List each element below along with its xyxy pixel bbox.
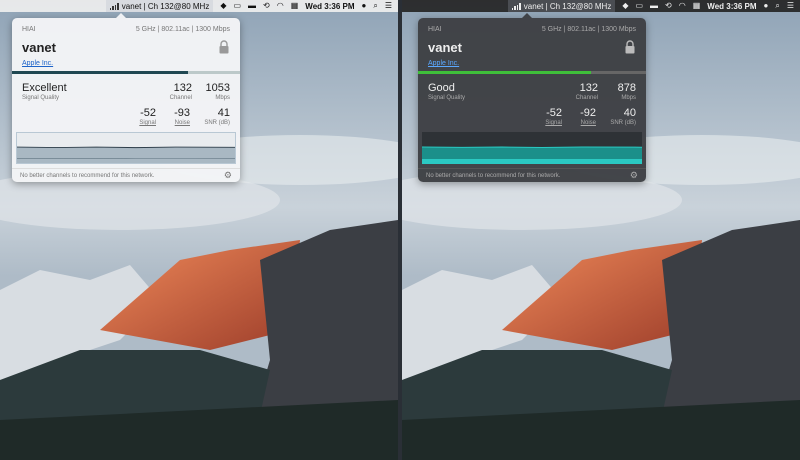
recommendation-text: No better channels to recommend for this…: [20, 172, 155, 179]
wifi-popover: HIAI 5 GHz | 802.11ac | 1300 Mbps vanet …: [418, 13, 646, 182]
signal-strength-fill: [12, 71, 188, 74]
gear-icon[interactable]: ⚙: [630, 170, 638, 181]
rate-value: 878: [617, 82, 636, 94]
battery-icon[interactable]: ▬: [650, 0, 658, 12]
rate-label: Mbps: [621, 95, 636, 101]
snr-value: 41: [217, 107, 230, 119]
airplay-icon[interactable]: ▭: [635, 0, 643, 12]
channel-label: Channel: [169, 95, 192, 101]
noise-stat: -92 Noise: [580, 107, 596, 126]
popover-header: HIAI 5 GHz | 802.11ac | 1300 Mbps: [428, 26, 636, 33]
airplay-icon[interactable]: ▭: [233, 0, 241, 12]
flag-icon[interactable]: ▦: [291, 0, 299, 12]
wifi-icon[interactable]: ◠: [679, 0, 686, 12]
menu-bar: vanet | Ch 132@80 MHz ◆ ▭ ▬ ⟲ ◠ ▦ Wed 3:…: [0, 0, 398, 12]
noise-label[interactable]: Noise: [174, 120, 190, 126]
noise-label[interactable]: Noise: [580, 120, 596, 126]
gear-icon[interactable]: ⚙: [224, 170, 232, 181]
popover-footer: No better channels to recommend for this…: [418, 168, 646, 182]
user-icon[interactable]: ●: [362, 0, 367, 12]
noise-value: -93: [174, 107, 190, 119]
time-machine-icon[interactable]: ⟲: [665, 0, 672, 12]
signal-bars-icon: [511, 2, 521, 10]
signal-history-graph: [422, 132, 642, 164]
popover-header: HIAI 5 GHz | 802.11ac | 1300 Mbps: [22, 26, 230, 33]
channel-stat: 132 Channel: [170, 82, 192, 101]
user-icon[interactable]: ●: [764, 0, 769, 12]
signal-value: -52: [546, 107, 562, 119]
menu-bar: vanet | Ch 132@80 MHz ◆ ▭ ▬ ⟲ ◠ ▦ Wed 3:…: [402, 0, 800, 12]
signal-strength-bar: [12, 71, 240, 74]
rate-value: 1053: [205, 82, 230, 94]
quality-value: Excellent: [22, 82, 67, 94]
signal-quality: Good Signal Quality: [428, 82, 465, 101]
snr-label: SNR (dB): [204, 120, 230, 126]
lock-icon: [219, 40, 229, 54]
ssid: vanet: [428, 40, 462, 55]
dropbox-icon[interactable]: ◆: [220, 0, 226, 12]
network-name: HIAI: [428, 26, 442, 33]
quality-value: Good: [428, 82, 455, 94]
quality-label: Signal Quality: [428, 95, 466, 101]
band-info: 5 GHz | 802.11ac | 1300 Mbps: [541, 26, 636, 33]
recommendation-text: No better channels to recommend for this…: [426, 172, 561, 179]
wifi-icon[interactable]: ◠: [277, 0, 284, 12]
signal-value: -52: [140, 107, 156, 119]
network-name: HIAI: [22, 26, 36, 33]
channel-label: Channel: [575, 95, 598, 101]
rate-stat: 878 Mbps: [618, 82, 636, 101]
band-info: 5 GHz | 802.11ac | 1300 Mbps: [135, 26, 230, 33]
snr-label: SNR (dB): [610, 120, 636, 126]
wifi-status-menu[interactable]: vanet | Ch 132@80 MHz: [507, 0, 616, 12]
wifi-menu-label: vanet | Ch 132@80 MHz: [523, 1, 612, 11]
channel-value: 132: [173, 82, 192, 94]
channel-value: 132: [579, 82, 598, 94]
search-icon[interactable]: ⌕: [775, 0, 779, 12]
ssid: vanet: [22, 40, 56, 55]
channel-stat: 132 Channel: [576, 82, 598, 101]
signal-strength-fill: [418, 71, 592, 74]
clock[interactable]: Wed 3:36 PM: [305, 2, 354, 11]
signal-label[interactable]: Signal: [139, 120, 156, 126]
lock-icon: [625, 40, 635, 54]
snr-value: 40: [623, 107, 636, 119]
screenshot-dark-theme: vanet | Ch 132@80 MHz ◆ ▭ ▬ ⟲ ◠ ▦ Wed 3:…: [402, 0, 800, 460]
vendor-link[interactable]: Apple Inc.: [22, 60, 53, 67]
time-machine-icon[interactable]: ⟲: [263, 0, 270, 12]
snr-stat: 41 SNR (dB): [204, 107, 230, 126]
noise-stat: -93 Noise: [174, 107, 190, 126]
noise-value: -92: [580, 107, 596, 119]
screenshot-light-theme: vanet | Ch 132@80 MHz ◆ ▭ ▬ ⟲ ◠ ▦ Wed 3:…: [0, 0, 398, 460]
clock[interactable]: Wed 3:36 PM: [707, 2, 756, 11]
signal-stat: -52 Signal: [139, 107, 156, 126]
flag-icon[interactable]: ▦: [693, 0, 701, 12]
rate-stat: 1053 Mbps: [206, 82, 230, 101]
popover-footer: No better channels to recommend for this…: [12, 168, 240, 182]
snr-stat: 40 SNR (dB): [610, 107, 636, 126]
signal-bars-icon: [109, 2, 119, 10]
dropbox-icon[interactable]: ◆: [622, 0, 628, 12]
signal-quality: Excellent Signal Quality: [22, 82, 67, 101]
vendor-link[interactable]: Apple Inc.: [428, 60, 459, 67]
signal-label[interactable]: Signal: [545, 120, 562, 126]
wifi-popover: HIAI 5 GHz | 802.11ac | 1300 Mbps vanet …: [12, 13, 240, 182]
rate-label: Mbps: [215, 95, 230, 101]
quality-label: Signal Quality: [22, 95, 60, 101]
search-icon[interactable]: ⌕: [373, 0, 377, 12]
signal-history-graph: [16, 132, 236, 164]
list-icon[interactable]: ☰: [787, 0, 794, 12]
battery-icon[interactable]: ▬: [248, 0, 256, 12]
signal-strength-bar: [418, 71, 646, 74]
list-icon[interactable]: ☰: [385, 0, 392, 12]
wifi-menu-label: vanet | Ch 132@80 MHz: [121, 1, 210, 11]
signal-stat: -52 Signal: [545, 107, 562, 126]
wifi-status-menu[interactable]: vanet | Ch 132@80 MHz: [105, 0, 214, 12]
